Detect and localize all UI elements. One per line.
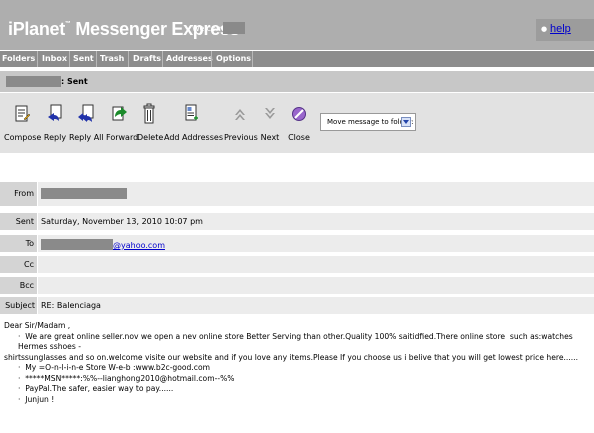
nav-divider xyxy=(252,51,253,67)
nav-divider xyxy=(211,51,212,67)
reply-all-label: Reply All xyxy=(69,133,104,142)
sent-label: Sent xyxy=(0,212,37,230)
add-addresses-button[interactable]: Add Addresses xyxy=(164,103,223,142)
redacted-recipient xyxy=(41,239,113,250)
help-area: ● help xyxy=(536,19,594,41)
nav-divider xyxy=(37,51,38,67)
from-value xyxy=(38,181,594,206)
reply-label: Reply xyxy=(43,133,67,142)
redacted-username xyxy=(223,22,245,34)
body-store-line: · My =O-n-l-i-n-e Store W-e-b :www.b2c-g… xyxy=(18,363,211,372)
folder-title: : Sent xyxy=(61,77,88,86)
close-icon xyxy=(292,107,306,121)
body-msn-line: · *****MSN*****:%%--lianghong2010@hotmai… xyxy=(18,373,235,383)
nav-options[interactable]: Options xyxy=(216,54,251,63)
next-button[interactable]: Next xyxy=(259,103,281,142)
folder-title-bar: : Sent xyxy=(0,71,594,92)
dropdown-arrow-icon[interactable] xyxy=(401,117,411,127)
body-paypal-line: · PayPal.The safer, easier way to pay...… xyxy=(18,384,174,393)
move-to-folder-select[interactable]: Move message to folder: xyxy=(320,113,416,131)
nav-trash[interactable]: Trash xyxy=(100,54,124,63)
sent-value: Saturday, November 13, 2010 10:07 pm xyxy=(38,212,594,230)
add-addresses-label: Add Addresses xyxy=(164,133,223,142)
body-paragraph-1-cont: shirtssunglasses and so on.welcome visit… xyxy=(4,352,579,362)
cc-value xyxy=(38,255,594,273)
to-value: @yahoo.com xyxy=(38,234,594,252)
bcc-label: Bcc xyxy=(0,276,37,294)
nav-drafts[interactable]: Drafts xyxy=(133,54,161,63)
nav-divider xyxy=(96,51,97,67)
cc-label: Cc xyxy=(0,255,37,273)
nav-addresses[interactable]: Addresses xyxy=(166,54,213,63)
nav-folders[interactable]: Folders xyxy=(2,54,35,63)
body-signature: · Junjun ! xyxy=(18,394,55,404)
nav-divider xyxy=(162,51,163,67)
message-toolbar: Compose Reply Reply All Forward Delete A… xyxy=(0,93,594,153)
subject-value: RE: Balenciaga xyxy=(38,296,594,314)
nav-inbox[interactable]: Inbox xyxy=(42,54,67,63)
forward-icon xyxy=(112,106,127,121)
reply-button[interactable]: Reply xyxy=(42,103,68,142)
previous-label: Previous xyxy=(224,133,258,142)
delete-button[interactable]: Delete xyxy=(137,103,164,142)
compose-label: Compose xyxy=(4,133,42,142)
forward-button[interactable]: Forward xyxy=(106,103,139,142)
compose-icon xyxy=(15,105,30,122)
bcc-value xyxy=(38,276,594,294)
reply-all-icon xyxy=(78,104,94,122)
subject-label: Subject xyxy=(0,296,37,314)
body-greeting: Dear Sir/Madam , xyxy=(4,321,71,330)
close-button[interactable]: Close xyxy=(288,103,310,142)
address-book-icon xyxy=(185,104,198,121)
chevron-up-icon xyxy=(235,109,245,120)
trash-icon xyxy=(143,103,155,124)
reply-icon xyxy=(48,104,62,121)
forward-label: Forward xyxy=(106,133,139,142)
nav-divider xyxy=(128,51,129,67)
nav-sent[interactable]: Sent xyxy=(73,54,94,63)
delete-label: Delete xyxy=(137,133,164,142)
from-label: From xyxy=(0,181,37,206)
nav-bar: Folders Inbox Sent Trash Drafts Addresse… xyxy=(0,51,594,67)
redacted-account xyxy=(6,76,61,87)
recipient-email-link[interactable]: @yahoo.com xyxy=(113,241,165,250)
help-link[interactable]: help xyxy=(550,23,571,35)
next-label: Next xyxy=(260,133,280,142)
nav-divider xyxy=(69,51,70,67)
redacted-sender xyxy=(41,188,127,199)
compose-button[interactable]: Compose xyxy=(4,103,42,142)
close-label: Close xyxy=(288,133,310,142)
message-body: Dear Sir/Madam , · We are great online s… xyxy=(4,321,592,405)
to-label: To xyxy=(0,234,37,252)
chevron-down-icon xyxy=(265,108,275,119)
app-header: iPlanet™ Messenger Express Welcome ● hel… xyxy=(0,0,594,50)
previous-button[interactable]: Previous xyxy=(224,103,258,142)
reply-all-button[interactable]: Reply All xyxy=(69,103,104,142)
body-paragraph-1: · We are great online seller.nov we open… xyxy=(18,331,576,352)
bullet-icon: ● xyxy=(541,25,548,33)
